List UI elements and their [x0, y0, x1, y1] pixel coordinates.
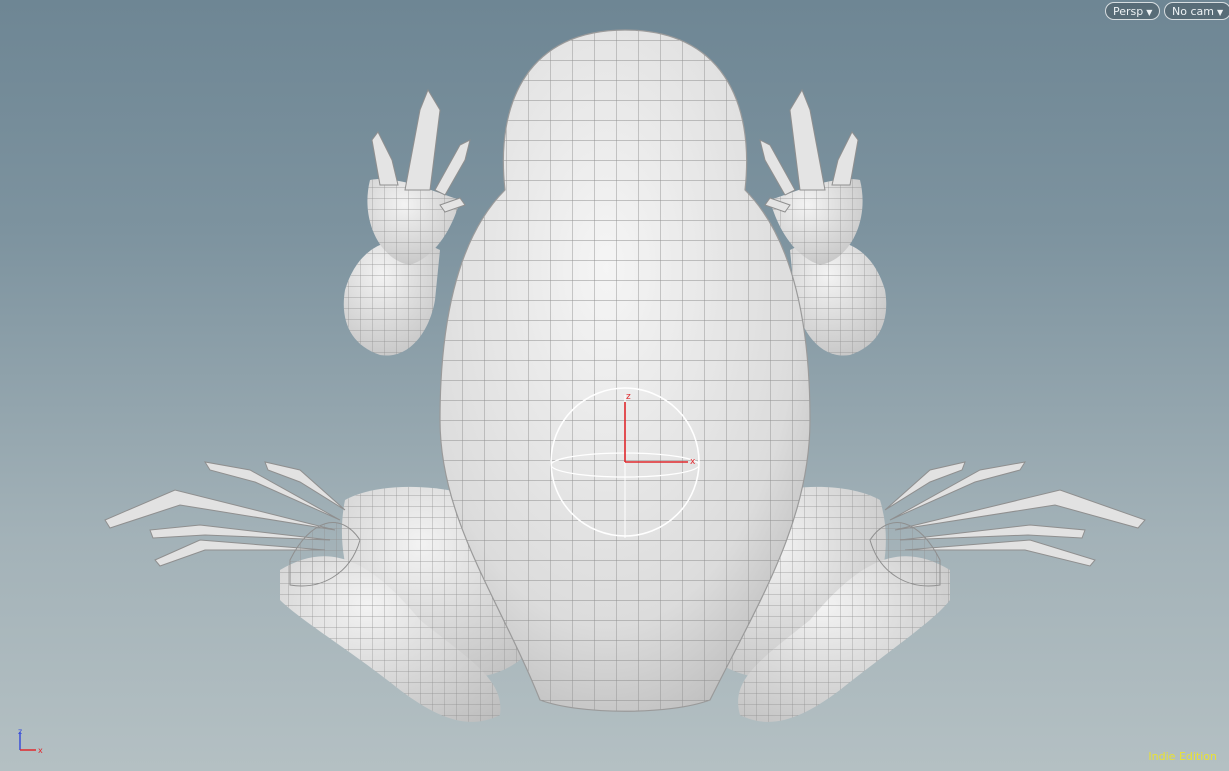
axis-indicator-icon: z x: [18, 727, 43, 755]
3d-viewport[interactable]: z x Persp ▼ No cam ▼ z x Indie Edition: [0, 0, 1229, 771]
frog-right-foot: [869, 461, 1146, 587]
frog-mesh-scene[interactable]: z x: [0, 0, 1229, 771]
corner-z-label: z: [18, 727, 22, 736]
camera-select-menu[interactable]: No cam ▼: [1164, 2, 1229, 20]
handle-x-label: x: [690, 457, 696, 467]
frog-left-foot: [104, 461, 361, 587]
camera-view-label: Persp: [1113, 5, 1144, 18]
camera-select-label: No cam: [1172, 5, 1214, 18]
corner-x-label: x: [38, 746, 43, 755]
chevron-down-icon: ▼: [1216, 8, 1224, 17]
handle-z-label: z: [626, 392, 631, 402]
chevron-down-icon: ▼: [1146, 8, 1153, 17]
edition-watermark: Indie Edition: [1148, 750, 1217, 763]
camera-view-menu[interactable]: Persp ▼: [1105, 2, 1161, 20]
